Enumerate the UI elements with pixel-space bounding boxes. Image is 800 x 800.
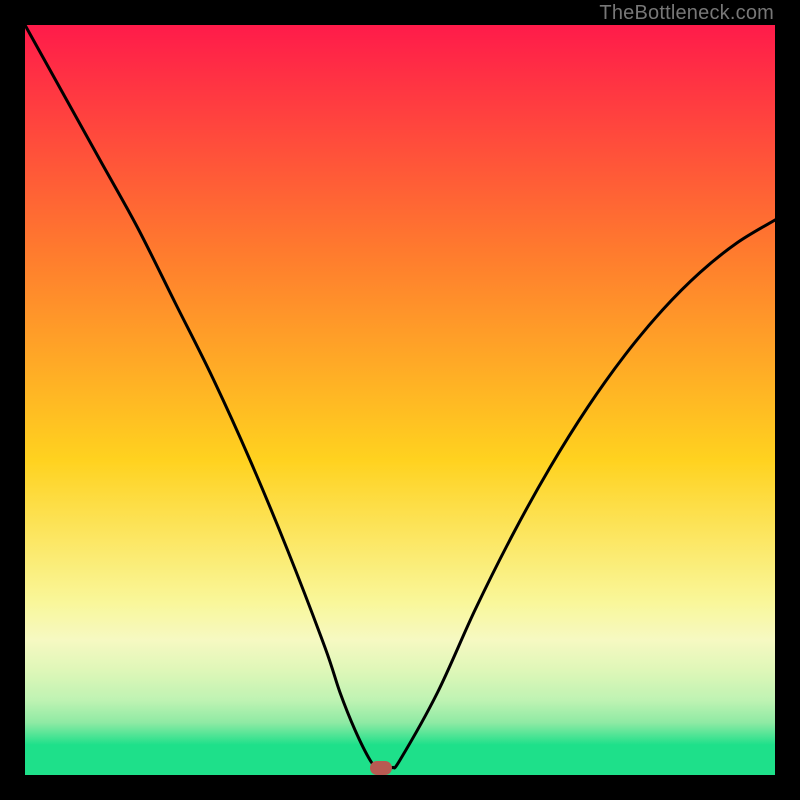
watermark-text: TheBottleneck.com — [599, 2, 774, 25]
bottleneck-curve — [25, 25, 775, 775]
plot-area — [25, 25, 775, 775]
minimum-marker — [370, 761, 392, 775]
chart-frame: TheBottleneck.com — [0, 0, 800, 800]
